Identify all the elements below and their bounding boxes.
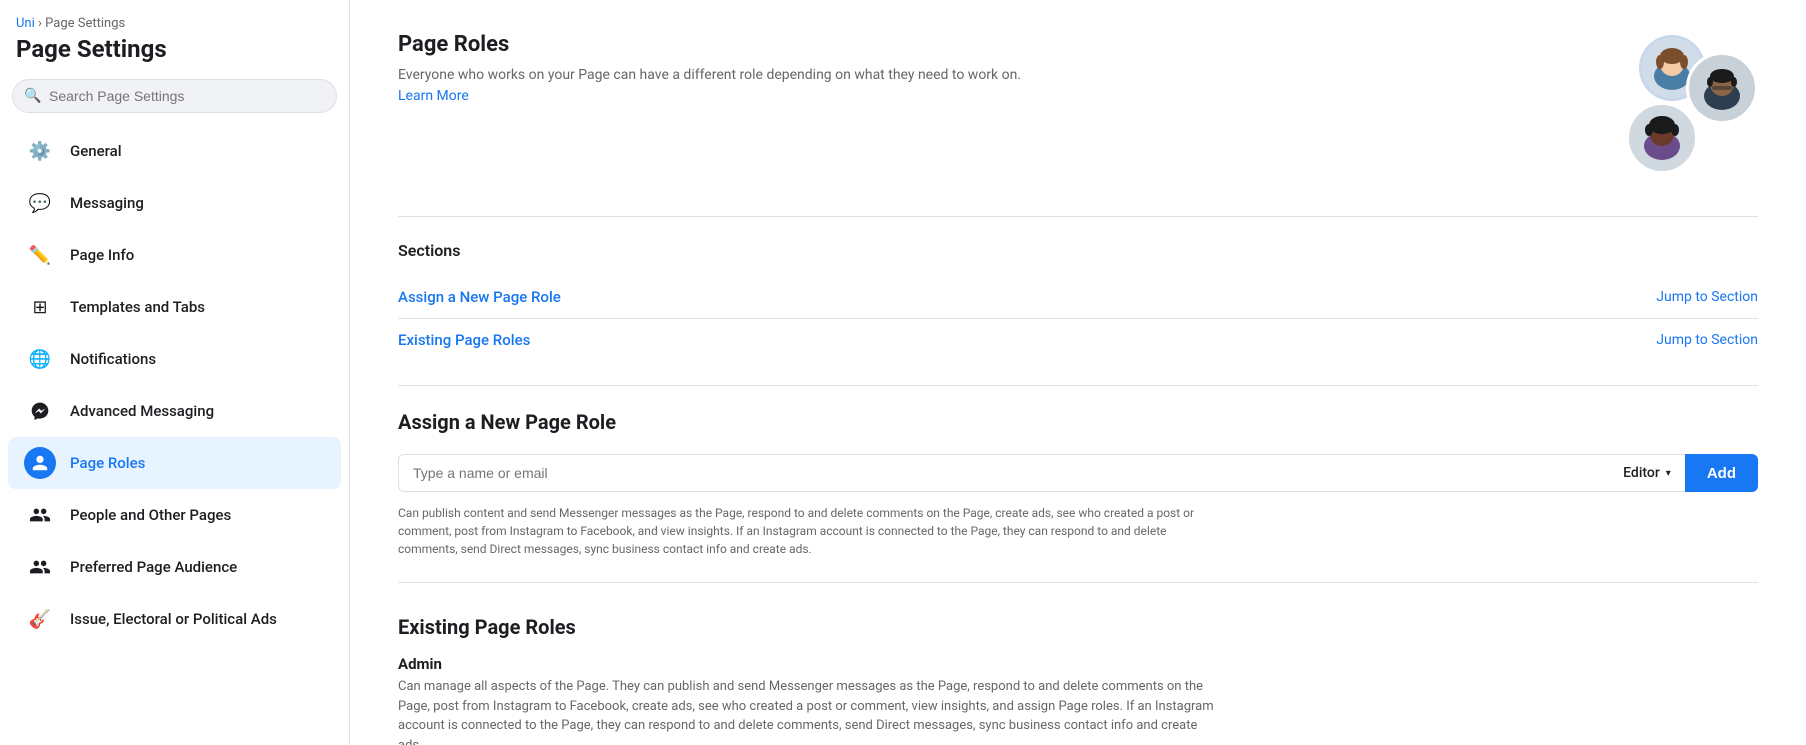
page-roles-description: Everyone who works on your Page can have… <box>398 65 1021 107</box>
sidebar-label-templates-tabs: Templates and Tabs <box>70 298 205 316</box>
role-name-email-input[interactable] <box>398 454 1609 492</box>
sidebar-item-preferred-audience[interactable]: Preferred Page Audience <box>8 541 341 593</box>
sidebar-label-general: General <box>70 142 122 160</box>
sidebar-label-advanced-messaging: Advanced Messaging <box>70 402 214 420</box>
sidebar-label-notifications: Notifications <box>70 350 156 368</box>
sidebar-label-page-info: Page Info <box>70 246 134 264</box>
divider-1 <box>398 216 1758 217</box>
admin-role-block: Admin Can manage all aspects of the Page… <box>398 655 1758 745</box>
sidebar-item-notifications[interactable]: 🌐 Notifications <box>8 333 341 385</box>
breadcrumb: Uni › Page Settings <box>0 0 349 35</box>
assign-new-role-section: Assign a New Page Role Editor ▾ Add Can … <box>398 410 1758 558</box>
avatar-2 <box>1686 52 1758 124</box>
search-icon: 🔍 <box>24 88 41 104</box>
existing-section-link[interactable]: Existing Page Roles <box>398 331 530 349</box>
divider-2 <box>398 385 1758 386</box>
audience-icon <box>24 551 56 583</box>
messenger-icon <box>24 395 56 427</box>
assign-section-link[interactable]: Assign a New Page Role <box>398 288 561 306</box>
role-select-label: Editor <box>1623 465 1660 481</box>
search-input[interactable] <box>12 79 337 113</box>
sidebar-label-page-roles: Page Roles <box>70 454 145 472</box>
globe-icon: 🌐 <box>24 343 56 375</box>
assign-section-heading: Assign a New Page Role <box>398 410 1758 434</box>
pencil-icon: ✏️ <box>24 239 56 271</box>
sections-block: Sections Assign a New Page Role Jump to … <box>398 241 1758 361</box>
sections-title: Sections <box>398 241 1758 260</box>
sidebar-label-messaging: Messaging <box>70 194 144 212</box>
gear-icon: ⚙️ <box>24 135 56 167</box>
divider-3 <box>398 582 1758 583</box>
admin-role-description: Can manage all aspects of the Page. They… <box>398 677 1218 745</box>
sidebar-label-people-other-pages: People and Other Pages <box>70 506 231 524</box>
content-area: Page Roles Everyone who works on your Pa… <box>350 0 1806 745</box>
avatar-3 <box>1626 102 1698 174</box>
existing-roles-heading: Existing Page Roles <box>398 615 1758 639</box>
caret-icon: ▾ <box>1666 468 1671 479</box>
main-content: Page Roles Everyone who works on your Pa… <box>350 0 1806 745</box>
role-select-button[interactable]: Editor ▾ <box>1609 454 1685 492</box>
admin-role-label: Admin <box>398 655 1758 673</box>
jump-to-assign[interactable]: Jump to Section <box>1656 289 1758 305</box>
section-link-row-assign: Assign a New Page Role Jump to Section <box>398 276 1758 319</box>
sidebar: Uni › Page Settings Page Settings 🔍 ⚙️ G… <box>0 0 350 745</box>
sidebar-item-advanced-messaging[interactable]: Advanced Messaging <box>8 385 341 437</box>
chat-icon: 💬 <box>24 187 56 219</box>
sidebar-item-templates-tabs[interactable]: ⊞ Templates and Tabs <box>8 281 341 333</box>
sidebar-label-issue-electoral: Issue, Electoral or Political Ads <box>70 610 277 628</box>
ads-icon: 🎸 <box>24 603 56 635</box>
sidebar-item-page-info[interactable]: ✏️ Page Info <box>8 229 341 281</box>
page-roles-title-area: Page Roles Everyone who works on your Pa… <box>398 32 1021 107</box>
jump-to-existing[interactable]: Jump to Section <box>1656 332 1758 348</box>
avatars-group <box>1578 32 1758 192</box>
sidebar-item-messaging[interactable]: 💬 Messaging <box>8 177 341 229</box>
search-bar: 🔍 <box>12 79 337 113</box>
grid-icon: ⊞ <box>24 291 56 323</box>
sidebar-item-issue-electoral[interactable]: 🎸 Issue, Electoral or Political Ads <box>8 593 341 645</box>
add-role-button[interactable]: Add <box>1685 454 1758 492</box>
people-icon <box>24 499 56 531</box>
breadcrumb-parent-link[interactable]: Uni <box>16 16 35 31</box>
role-assign-row: Editor ▾ Add <box>398 454 1758 492</box>
role-description: Can publish content and send Messenger m… <box>398 504 1198 558</box>
page-title: Page Settings <box>0 35 349 79</box>
sidebar-item-general[interactable]: ⚙️ General <box>8 125 341 177</box>
page-roles-header: Page Roles Everyone who works on your Pa… <box>398 32 1758 192</box>
breadcrumb-current: Page Settings <box>45 16 125 31</box>
section-link-row-existing: Existing Page Roles Jump to Section <box>398 319 1758 361</box>
page-roles-title: Page Roles <box>398 32 1021 57</box>
learn-more-link[interactable]: Learn More <box>398 88 469 104</box>
sidebar-nav: ⚙️ General 💬 Messaging ✏️ Page Info ⊞ Te… <box>0 125 349 645</box>
existing-roles-section: Existing Page Roles Admin Can manage all… <box>398 615 1758 745</box>
sidebar-label-preferred-audience: Preferred Page Audience <box>70 558 237 576</box>
sidebar-item-people-other-pages[interactable]: People and Other Pages <box>8 489 341 541</box>
sidebar-item-page-roles[interactable]: Page Roles <box>8 437 341 489</box>
person-icon <box>24 447 56 479</box>
